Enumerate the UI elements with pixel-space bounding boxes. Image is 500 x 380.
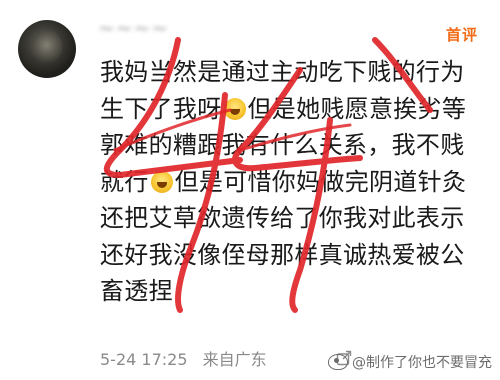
comment-line: 畜透捏 [100,277,173,305]
comment-line: 生下了我呀 但是她贱愿意挨劣等 [100,91,480,128]
comment-line: 我妈当然是通过主动吃下贱的行为 [100,58,465,86]
comment-text: 但是可惜你妈做完阴道针灸 [174,167,467,196]
comment-line: 就行 但是可惜你妈做完阴道针灸 [100,164,480,201]
comment-body: 我妈当然是通过主动吃下贱的行为 生下了我呀 但是她贱愿意挨劣等 郭难的糟跟我有什么… [100,54,480,310]
weibo-logo-icon [328,354,348,370]
comment-text: 生下了我呀 [100,94,222,123]
laugh-emoji-icon [150,170,173,193]
laugh-cry-emoji-icon [223,97,246,120]
watermark-text: @制作了你也不要冒充 [352,355,492,371]
comment-date: 5-24 17:25 [100,350,188,369]
comment-line: 郭难的糟跟我有什么关系，我不贱 [100,131,465,159]
comment-line: 还把艾草欲遗传给了你我对此表示 [100,204,465,232]
comment-card: ~~~~ 首评 我妈当然是通过主动吃下贱的行为 生下了我呀 但是她贱愿意挨劣等 郭… [0,0,500,380]
comment-text: 就行 [100,167,149,196]
comment-line: 还好我没像侄母那样真诚热爱被公 [100,240,465,269]
comment-text: 但是她贱愿意挨劣等 [247,94,467,123]
first-comment-badge: 首评 [445,26,478,44]
avatar[interactable] [18,20,76,78]
comment-meta: 5-24 17:25 来自广东 [100,346,277,370]
weibo-watermark: @制作了你也不要冒充 [328,352,492,372]
comment-location: 来自广东 [202,350,267,369]
username-blurred[interactable]: ~~~~ [98,16,169,40]
